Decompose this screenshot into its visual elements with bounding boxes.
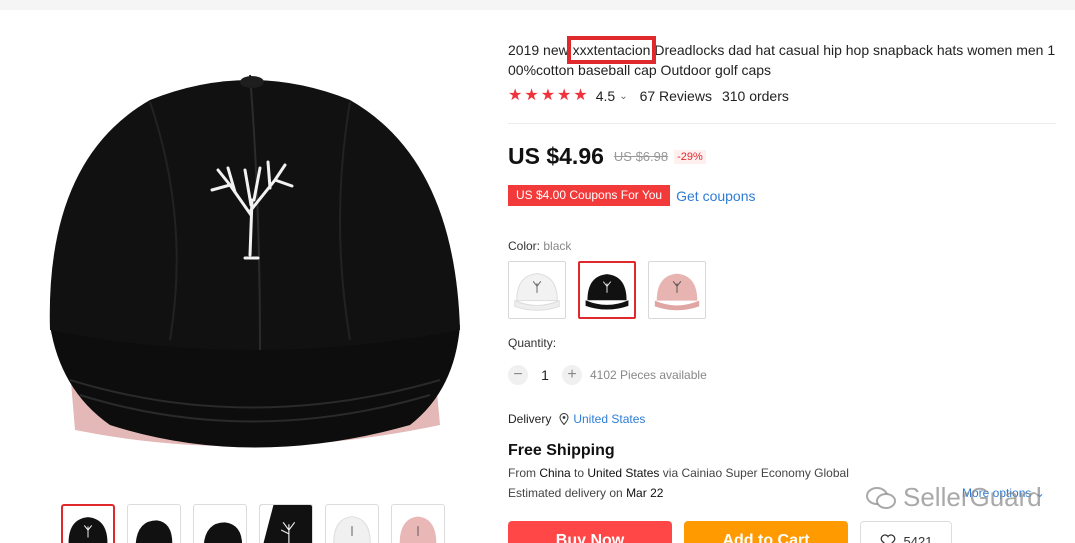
color-swatch-pink[interactable] (648, 261, 706, 319)
quantity-minus-button[interactable]: − (508, 365, 528, 385)
black-cap-image (49, 74, 460, 448)
get-coupons-link[interactable]: Get coupons (676, 188, 755, 204)
coupon-badge[interactable]: US $4.00 Coupons For You (508, 185, 671, 206)
route-from-prefix: From (508, 466, 540, 480)
thumbnail-black-back[interactable] (193, 504, 247, 543)
product-info: 2019 new xxxtentacion Dreadlocks dad hat… (508, 36, 1058, 500)
watermark: SellerGuard (865, 482, 1042, 513)
color-selected-value: black (543, 239, 572, 253)
delivery-country-link[interactable]: United States (573, 412, 645, 426)
thumbnail-white[interactable] (325, 504, 379, 543)
estimated-delivery: Estimated delivery on Mar 22 (508, 486, 663, 500)
est-prefix: Estimated delivery on (508, 486, 627, 500)
discount-badge: -29% (674, 149, 706, 164)
buy-now-button[interactable]: Buy Now (508, 521, 672, 543)
color-label: Color: black (508, 239, 571, 253)
orders-count: 310 orders (721, 88, 789, 104)
action-buttons: Buy Now Add to Cart 5421 (508, 521, 952, 543)
quantity-input[interactable]: 1 (528, 367, 562, 383)
thumbnail-pink[interactable] (391, 504, 445, 543)
shipping-method: via Cainiao Super Economy Global (659, 466, 849, 480)
wechat-icon (866, 486, 896, 509)
wishlist-count: 5421 (903, 533, 933, 543)
watermark-text: SellerGuard (903, 482, 1042, 512)
coupon-row: US $4.00 Coupons For You Get coupons (508, 185, 756, 206)
color-swatch-black[interactable] (578, 261, 636, 319)
product-title: 2019 new xxxtentacion Dreadlocks dad hat… (508, 36, 1056, 80)
rating-row: ★ ★ ★ ★ ★ 4.5 ⌄ 67 Reviews 310 orders (508, 88, 789, 105)
current-price: US $4.96 (508, 143, 604, 169)
origin-country: China (539, 466, 571, 480)
star-icon: ★ (573, 87, 588, 104)
reviews-link[interactable]: 67 Reviews (640, 88, 712, 104)
heart-icon (880, 534, 895, 543)
shipping-route: From China to United States via Cainiao … (508, 466, 849, 480)
thumbnail-black-front[interactable] (61, 504, 115, 543)
delivery-row: Delivery United States (508, 412, 645, 426)
quantity-label: Quantity: (508, 336, 557, 350)
star-icon: ★ (508, 87, 523, 104)
wishlist-button[interactable]: 5421 (860, 521, 952, 543)
highlighted-keyword: xxxtentacion (566, 36, 657, 64)
rating-value[interactable]: 4.5 (596, 88, 615, 104)
pieces-available: 4102 Pieces available (590, 368, 707, 382)
add-to-cart-button[interactable]: Add to Cart (684, 521, 848, 543)
color-label-text: Color: (508, 239, 541, 253)
color-swatch-white[interactable] (508, 261, 566, 319)
star-icon: ★ (524, 87, 539, 104)
star-icon: ★ (540, 87, 556, 104)
top-strip (0, 0, 1075, 10)
delivery-label: Delivery (508, 412, 552, 426)
location-pin-icon (559, 413, 569, 425)
divider (508, 123, 1056, 124)
thumbnail-black-side[interactable] (127, 504, 181, 543)
est-date: Mar 22 (626, 486, 664, 500)
route-to-word: to (570, 466, 588, 480)
thumbnail-black-closeup[interactable] (259, 504, 313, 543)
main-product-image[interactable] (30, 40, 470, 480)
original-price: US $6.98 (613, 149, 669, 164)
destination-country: United States (587, 466, 660, 480)
free-shipping-title: Free Shipping (508, 442, 615, 459)
quantity-plus-button[interactable]: + (562, 365, 582, 385)
thumbnail-strip (61, 504, 445, 543)
price-row: US $4.96 US $6.98 -29% (508, 143, 706, 170)
title-prefix: 2019 new (508, 42, 573, 58)
quantity-stepper: − 1 + 4102 Pieces available (508, 365, 707, 385)
color-swatches (508, 261, 706, 319)
chevron-down-icon[interactable]: ⌄ (619, 91, 627, 102)
star-icon: ★ (557, 87, 572, 104)
star-rating: ★ ★ ★ ★ ★ (508, 88, 588, 104)
